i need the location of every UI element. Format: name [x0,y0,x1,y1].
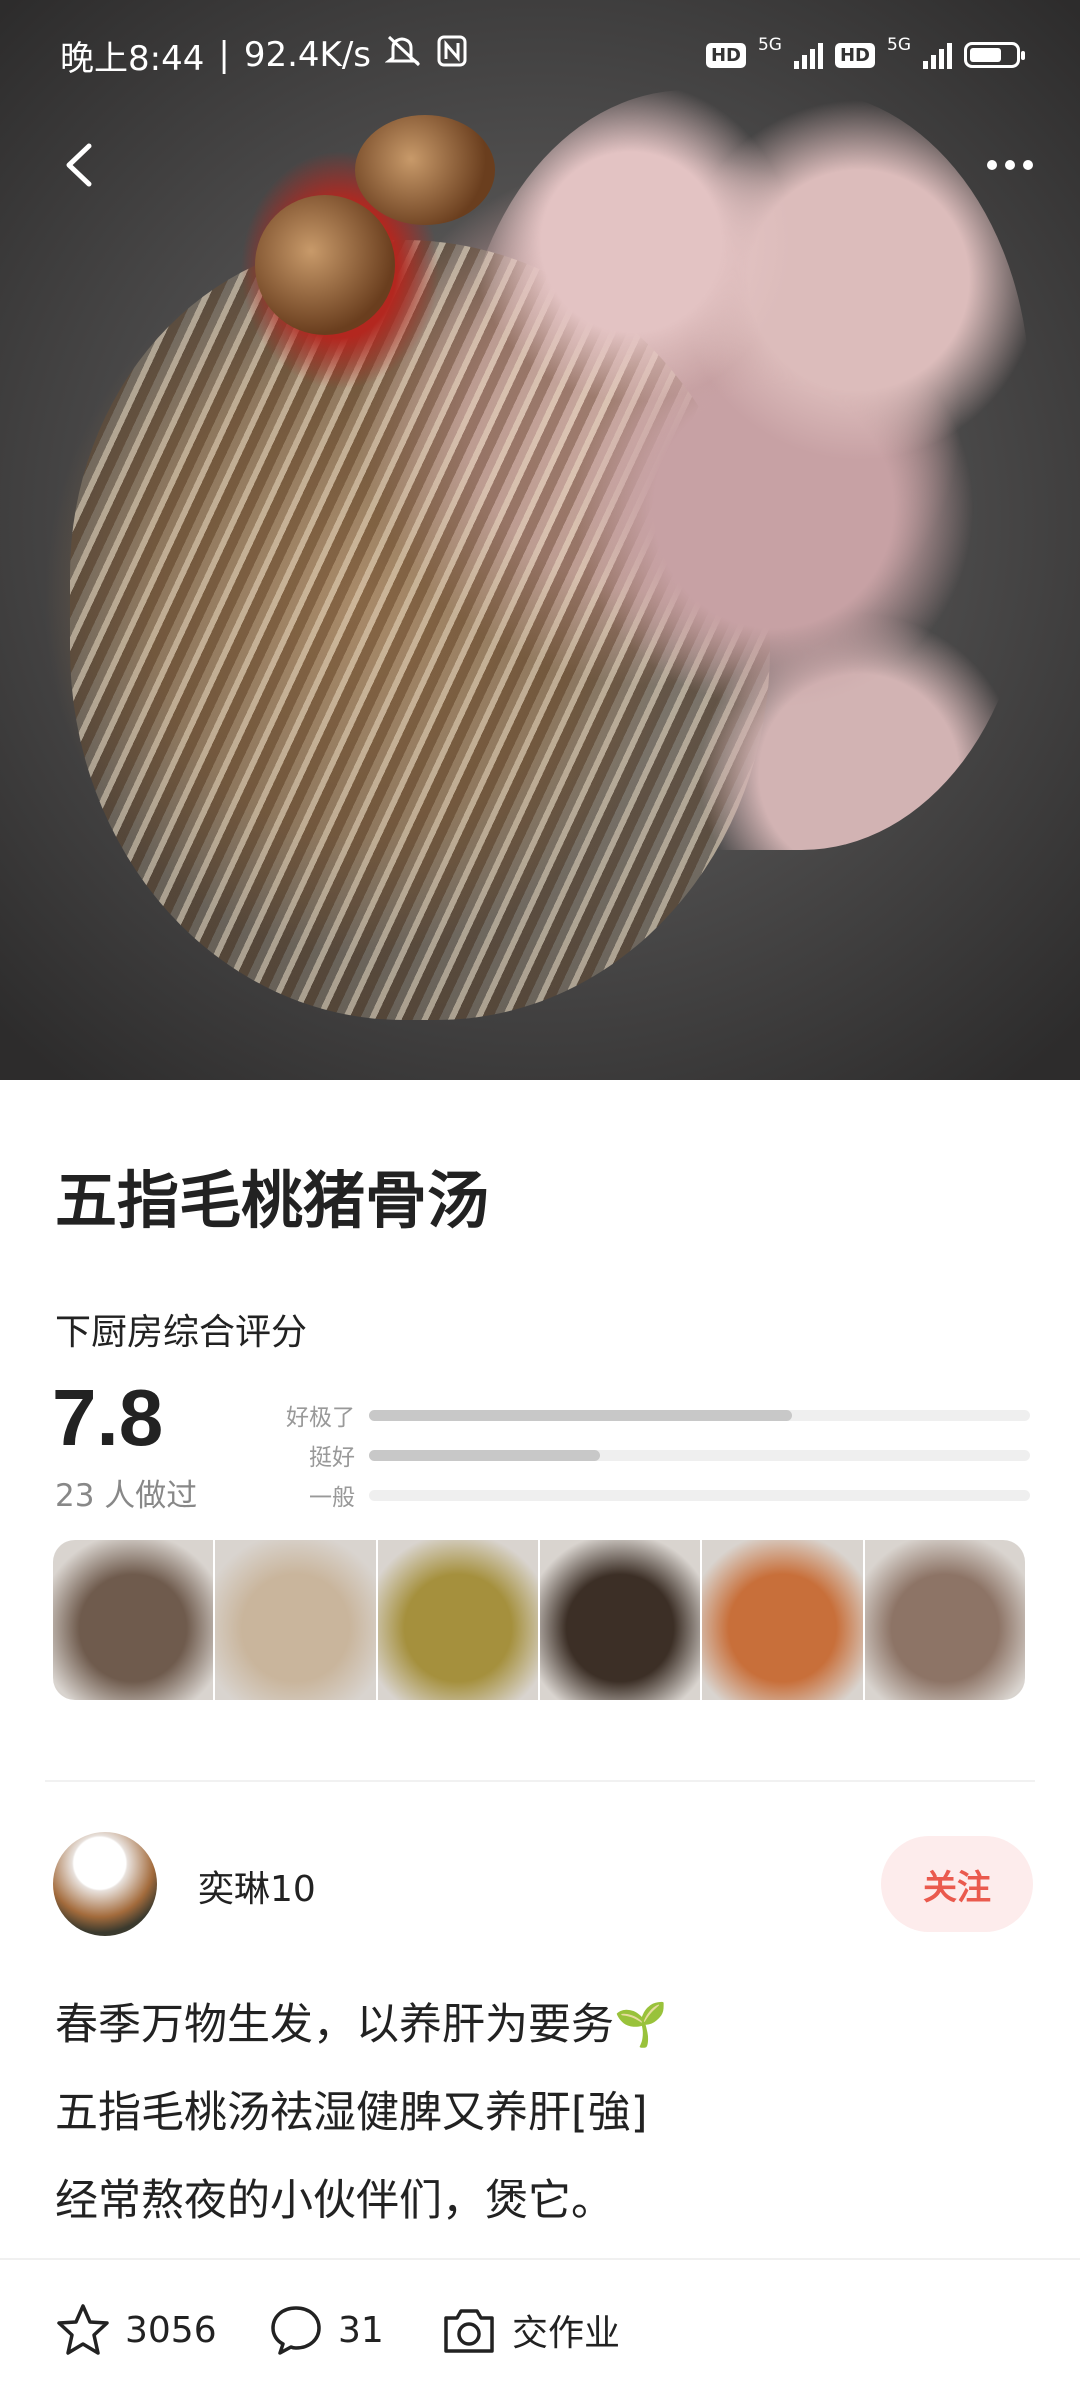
description-line: 经常熬夜的小伙伴们，煲它。 [55,2176,614,2226]
rating-bar-row: 好极了 [270,1395,1030,1435]
more-button[interactable] [970,130,1050,200]
cooked-photo[interactable] [539,1540,701,1700]
hd-badge: HD [705,42,746,68]
favorite-button[interactable]: 3056 [55,2260,217,2400]
cooked-photo[interactable] [702,1540,863,1700]
rating-bar-row: 挺好 [270,1435,1030,1475]
author-row: 奕琳10 关注 [53,1832,1033,1936]
made-count: 23 人做过 [55,1478,198,1514]
battery-icon [964,42,1025,68]
section-divider [45,1780,1035,1782]
cooked-photo[interactable] [377,1540,538,1700]
signal-icon [923,41,952,69]
follow-button[interactable]: 关注 [881,1836,1033,1932]
network-type: 5G [887,35,911,55]
rating-bar-label: 好极了 [286,1405,355,1431]
status-time: 晚上8:44 [60,38,205,79]
chevron-left-icon [66,143,92,187]
comment-count: 31 [338,2309,384,2351]
network-type: 5G [757,35,782,55]
status-bar: 晚上8:44 | 92.4K/s HD 5G HD 5G [0,0,1080,110]
author-name[interactable]: 奕琳10 [198,1860,316,1912]
rating-bar-track [369,1409,1030,1421]
recipe-title: 五指毛桃猪骨汤 [55,1164,490,1237]
rating-bar-fill [369,1449,601,1461]
mute-icon [384,34,423,77]
signal-icon [793,41,823,69]
rating-bar-track [369,1489,1030,1501]
cooked-photo[interactable] [53,1540,214,1700]
rating-bar-track [369,1449,1030,1461]
rating-distribution: 好极了 挺好 一般 [270,1395,1030,1515]
comment-button[interactable]: 31 [268,2260,384,2400]
star-icon [57,2304,109,2355]
avatar[interactable] [53,1832,157,1936]
rating-bar-fill [369,1409,793,1421]
cooked-photo[interactable] [864,1540,1025,1700]
rating-score: 7.8 [52,1373,164,1462]
hd-badge: HD [834,42,875,68]
more-horizontal-icon [987,160,1033,170]
rating-bar-label: 一般 [309,1485,355,1511]
favorite-count: 3056 [125,2309,217,2351]
fig-shape [255,195,395,335]
recipe-description: 春季万物生发，以养肝为要务🌱 五指毛桃汤祛湿健脾又养肝[強] 经常熬夜的小伙伴们… [55,1990,1035,2254]
homework-button[interactable]: 交作业 [440,2260,620,2400]
cooked-photos-strip[interactable] [53,1540,1025,1700]
top-nav [0,120,1080,210]
back-button[interactable] [44,130,114,200]
rating-bar-label: 挺好 [309,1445,355,1471]
bottom-action-bar: 3056 31 交作业 [0,2258,1080,2400]
description-line: 五指毛桃汤祛湿健脾又养肝[強] [55,2088,648,2138]
status-divider: | [218,35,230,75]
cooked-photo[interactable] [215,1540,376,1700]
network-speed: 92.4K/s [243,35,371,75]
comment-icon [271,2306,321,2355]
description-line: 春季万物生发，以养肝为要务🌱 [55,2000,668,2050]
camera-icon [444,2309,494,2353]
nfc-icon [437,35,467,76]
homework-label: 交作业 [512,2313,621,2354]
rating-label: 下厨房综合评分 [55,1312,308,1353]
rating-bar-row: 一般 [270,1475,1030,1515]
